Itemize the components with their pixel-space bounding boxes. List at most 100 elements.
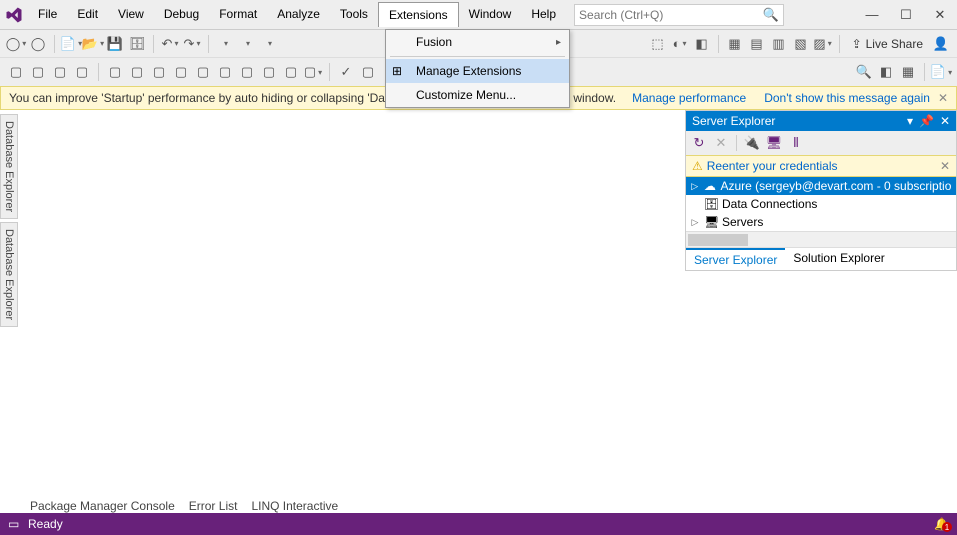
expand-icon[interactable]: ▷ (690, 181, 699, 192)
menu-extensions[interactable]: Extensions (378, 2, 459, 27)
status-bar: ▭ Ready 🔔 1 (0, 513, 957, 535)
tb2-r1[interactable]: 🔍 (854, 62, 874, 82)
manage-performance-link[interactable]: Manage performance (632, 91, 746, 105)
database-explorer-tab-2[interactable]: Database Explorer (0, 222, 18, 327)
package-manager-tab[interactable]: Package Manager Console (30, 499, 175, 513)
close-button[interactable]: ✕ (923, 3, 957, 27)
tb-icon-5[interactable]: ▤ (747, 34, 767, 54)
vs-logo (0, 1, 28, 29)
tb2-14[interactable]: ▢ (303, 62, 323, 82)
tb2-11[interactable]: ▢ (237, 62, 257, 82)
tb-icon-7[interactable]: ▧ (791, 34, 811, 54)
live-share-icon: ⇪ (852, 37, 862, 51)
horizontal-scrollbar[interactable] (686, 231, 956, 247)
minimize-button[interactable]: — (855, 3, 889, 27)
server-explorer-panel: Server Explorer ▾ 📌 ✕ ↻ ✕ 🔌 🖥 ⫴ ⚠ Reente… (685, 110, 957, 271)
tb-icon-4[interactable]: ▦ (725, 34, 745, 54)
tb2-15[interactable]: ✓ (336, 62, 356, 82)
search-icon: 🔍 (763, 7, 779, 23)
menu-window[interactable]: Window (459, 2, 522, 27)
menu-edit[interactable]: Edit (67, 2, 108, 27)
tb-icon-3[interactable]: ◧ (692, 34, 712, 54)
refresh-button[interactable]: ↻ (690, 134, 708, 152)
tb-icon-2[interactable]: ◐ (670, 34, 690, 54)
tb2-r3[interactable]: ▦ (898, 62, 918, 82)
extensions-dropdown: Fusion ⊞Manage Extensions Customize Menu… (385, 29, 570, 108)
notice-close-icon[interactable]: ✕ (938, 91, 948, 105)
tb2-4[interactable]: ▢ (72, 62, 92, 82)
platform-button[interactable] (237, 34, 257, 54)
tb2-10[interactable]: ▢ (215, 62, 235, 82)
search-box[interactable]: 🔍 (574, 4, 784, 26)
connect-button[interactable]: 🔌 (743, 134, 761, 152)
live-share-button[interactable]: ⇪Live Share (846, 37, 929, 51)
panel-pin-icon[interactable]: 📌 (919, 114, 934, 128)
customize-menu-item[interactable]: Customize Menu... (386, 83, 569, 107)
start-button[interactable] (259, 34, 279, 54)
tb2-16[interactable]: ▢ (358, 62, 378, 82)
server-icon: 🖥 (704, 215, 718, 229)
tb2-9[interactable]: ▢ (193, 62, 213, 82)
dismiss-notice-link[interactable]: Don't show this message again (764, 91, 930, 105)
tb2-8[interactable]: ▢ (171, 62, 191, 82)
tb2-r2[interactable]: ◧ (876, 62, 896, 82)
tb2-1[interactable]: ▢ (6, 62, 26, 82)
database-explorer-tab-1[interactable]: Database Explorer (0, 114, 18, 219)
maximize-button[interactable]: ☐ (889, 3, 923, 27)
server-explorer-tab[interactable]: Server Explorer (686, 248, 785, 270)
tb2-2[interactable]: ▢ (28, 62, 48, 82)
manage-extensions-menu-item[interactable]: ⊞Manage Extensions (386, 59, 569, 83)
solution-explorer-tab[interactable]: Solution Explorer (785, 248, 892, 270)
nav-back-button[interactable]: ◯ (6, 34, 26, 54)
panel-close-icon[interactable]: ✕ (940, 114, 950, 128)
undo-button[interactable]: ↶ (160, 34, 180, 54)
expand-icon[interactable]: ▷ (690, 217, 700, 228)
notification-count: 1 (942, 522, 952, 532)
server-button[interactable]: 🖥 (765, 134, 783, 152)
redo-button[interactable]: ↷ (182, 34, 202, 54)
menu-analyze[interactable]: Analyze (267, 2, 330, 27)
panel-dropdown-icon[interactable]: ▾ (907, 114, 913, 128)
tb-icon-8[interactable]: ▨ (813, 34, 833, 54)
tree-azure-node[interactable]: ▷ ☁ Azure (sergeyb@devart.com - 0 subscr… (686, 177, 956, 195)
tree-servers-node[interactable]: ▷ 🖥 Servers (686, 213, 956, 231)
database-icon: 🗄 (704, 197, 718, 211)
tb2-r4[interactable]: 📄 (931, 62, 951, 82)
save-button[interactable]: 💾 (105, 34, 125, 54)
error-list-tab[interactable]: Error List (189, 499, 238, 513)
server-explorer-title: Server Explorer (692, 114, 775, 128)
menu-view[interactable]: View (108, 2, 154, 27)
menu-format[interactable]: Format (209, 2, 267, 27)
save-all-button[interactable]: 🗄 (127, 34, 147, 54)
account-button[interactable]: 👤 (931, 34, 951, 54)
nav-forward-button[interactable]: ◯ (28, 34, 48, 54)
menu-file[interactable]: File (28, 2, 67, 27)
menu-help[interactable]: Help (521, 2, 566, 27)
notifications-button[interactable]: 🔔 1 (934, 517, 949, 531)
tb2-13[interactable]: ▢ (281, 62, 301, 82)
new-project-button[interactable]: 📄 (61, 34, 81, 54)
azure-icon: ☁ (703, 179, 716, 193)
menu-debug[interactable]: Debug (154, 2, 209, 27)
tb2-3[interactable]: ▢ (50, 62, 70, 82)
tb2-6[interactable]: ▢ (127, 62, 147, 82)
open-file-button[interactable]: 📂 (83, 34, 103, 54)
tree-data-connections-node[interactable]: 🗄 Data Connections (686, 195, 956, 213)
status-text: Ready (28, 517, 63, 531)
reenter-credentials-link[interactable]: Reenter your credentials (707, 159, 838, 173)
search-input[interactable] (579, 8, 763, 22)
stop-button[interactable]: ✕ (712, 134, 730, 152)
tb2-12[interactable]: ▢ (259, 62, 279, 82)
tb-icon-6[interactable]: ▥ (769, 34, 789, 54)
menu-tools[interactable]: Tools (330, 2, 378, 27)
warning-icon: ⚠ (692, 159, 703, 173)
fusion-menu-item[interactable]: Fusion (386, 30, 569, 54)
se-notice-close-icon[interactable]: ✕ (940, 159, 950, 173)
status-icon: ▭ (8, 517, 22, 531)
services-button[interactable]: ⫴ (787, 134, 805, 152)
tb-icon-1[interactable]: ⬚ (648, 34, 668, 54)
tb2-7[interactable]: ▢ (149, 62, 169, 82)
tb2-5[interactable]: ▢ (105, 62, 125, 82)
linq-interactive-tab[interactable]: LINQ Interactive (251, 499, 338, 513)
config-button[interactable] (215, 34, 235, 54)
